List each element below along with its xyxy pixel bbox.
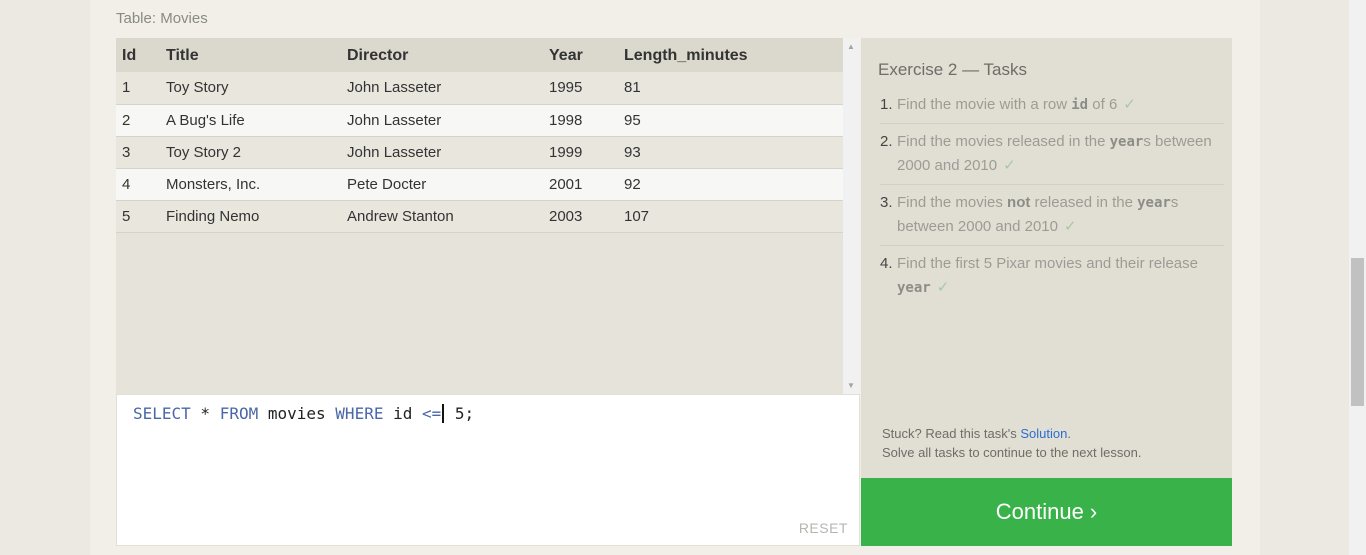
stuck-text: Stuck? Read this task's	[882, 426, 1021, 441]
table-cell: 95	[624, 104, 843, 137]
table-cell: 1998	[549, 104, 624, 137]
task-code-word: year	[1109, 134, 1144, 150]
table-cell: 1999	[549, 136, 624, 169]
continue-button[interactable]: Continue ›	[861, 478, 1232, 546]
task-item: 4. Find the first 5 Pixar movies and the…	[880, 251, 1224, 306]
task-text: Find the movie with a row id of 6 ✓	[897, 93, 1224, 117]
stuck-text-end: .	[1067, 426, 1071, 441]
task-number: 2.	[880, 133, 893, 150]
table-cell: 3	[116, 136, 166, 169]
check-icon: ✓	[1123, 96, 1136, 113]
check-icon: ✓	[1063, 218, 1077, 235]
results-scrollbar[interactable]: ▲ ▼	[843, 38, 860, 394]
table-cell: Pete Docter	[347, 168, 549, 201]
table-cell: 93	[624, 136, 843, 169]
table-cell: 5	[116, 200, 166, 233]
task-panel: Exercise 2 — Tasks 1. Find the movie wit…	[861, 38, 1232, 478]
sql-text: movies	[258, 404, 336, 423]
sql-keyword: WHERE	[335, 404, 384, 423]
task-item: 2. Find the movies released in the years…	[880, 129, 1224, 185]
task-code-word: year	[1137, 195, 1171, 211]
sql-text: id	[383, 404, 422, 423]
reset-button[interactable]: RESET	[799, 520, 848, 536]
task-text: Find the movies not released in the year…	[897, 191, 1224, 239]
table-cell: Toy Story	[166, 72, 347, 105]
table-cell: 81	[624, 72, 843, 105]
task-number: 4.	[880, 255, 893, 272]
task-number: 3.	[880, 194, 893, 211]
table-cell: Andrew Stanton	[347, 200, 549, 233]
table-cell: Finding Nemo	[166, 200, 347, 233]
results-table: Id Title Director Year Length_minutes 1 …	[116, 38, 843, 233]
table-row: 4 Monsters, Inc. Pete Docter 2001 92	[116, 168, 843, 201]
task-item: 3. Find the movies not released in the y…	[880, 190, 1224, 246]
continue-hint: Solve all tasks to continue to the next …	[882, 445, 1142, 460]
task-heading: Exercise 2 — Tasks	[878, 60, 1027, 79]
table-cell: 1995	[549, 72, 624, 105]
sql-keyword: FROM	[219, 404, 259, 423]
task-text: Find the first 5 Pixar movies and their …	[897, 252, 1224, 300]
sql-text: 5;	[445, 404, 475, 423]
sql-query-line[interactable]: SELECT * FROM movies WHERE id <= 5;	[133, 404, 474, 423]
scroll-down-arrow-icon[interactable]: ▼	[847, 381, 855, 390]
table-row: 5 Finding Nemo Andrew Stanton 2003 107	[116, 200, 843, 233]
table-cell: 1	[116, 72, 166, 105]
sql-query-editor[interactable]: SELECT * FROM movies WHERE id <= 5; RESE…	[116, 394, 860, 546]
column-header-length: Length_minutes	[624, 38, 843, 72]
task-text-part: of 6	[1088, 96, 1118, 113]
table-row: 3 Toy Story 2 John Lasseter 1999 93	[116, 136, 843, 169]
column-header-title: Title	[166, 38, 347, 72]
task-text-part: Find the movies	[897, 194, 1008, 211]
table-caption: Table: Movies	[116, 10, 208, 27]
table-cell: 2001	[549, 168, 624, 201]
column-header-director: Director	[347, 38, 549, 72]
table-cell: Monsters, Inc.	[166, 168, 347, 201]
task-number: 1.	[880, 96, 893, 113]
scroll-up-arrow-icon[interactable]: ▲	[847, 42, 855, 51]
sql-text: *	[190, 404, 220, 423]
table-cell: 92	[624, 168, 843, 201]
table-cell: John Lasseter	[347, 104, 549, 137]
table-cell: John Lasseter	[347, 136, 549, 169]
page-scrollbar-thumb[interactable]	[1351, 258, 1364, 406]
table-row: 2 A Bug's Life John Lasseter 1998 95	[116, 104, 843, 137]
check-icon: ✓	[1003, 157, 1016, 174]
check-icon: ✓	[936, 279, 950, 296]
table-cell: Toy Story 2	[166, 136, 347, 169]
results-table-pane: Id Title Director Year Length_minutes 1 …	[116, 38, 860, 394]
task-text-part: released in the	[1030, 194, 1138, 211]
task-code-word: id	[1071, 97, 1089, 113]
table-header-row: Id Title Director Year Length_minutes	[116, 38, 843, 72]
task-text: Find the movies released in the years be…	[897, 130, 1224, 178]
task-text-part: Find the first 5 Pixar movies and their …	[897, 255, 1198, 272]
task-text-part: Find the movies released in the	[897, 133, 1110, 150]
table-row: 1 Toy Story John Lasseter 1995 81	[116, 72, 843, 105]
task-bold-word: not	[1007, 194, 1031, 211]
column-header-year: Year	[549, 38, 624, 72]
task-text-part: Find the movie with a row	[897, 96, 1072, 113]
stuck-hint: Stuck? Read this task's Solution. Solve …	[882, 424, 1141, 462]
task-code-word: year	[897, 280, 931, 296]
table-cell: 107	[624, 200, 843, 233]
text-cursor	[442, 404, 445, 423]
table-cell: A Bug's Life	[166, 104, 347, 137]
sql-operator: <=	[422, 404, 442, 423]
solution-link[interactable]: Solution	[1020, 426, 1067, 441]
table-cell: 2003	[549, 200, 624, 233]
table-cell: 2	[116, 104, 166, 137]
column-header-id: Id	[116, 38, 166, 72]
table-cell: John Lasseter	[347, 72, 549, 105]
sql-keyword: SELECT	[133, 404, 191, 423]
task-item: 1. Find the movie with a row id of 6 ✓	[880, 92, 1224, 124]
table-cell: 4	[116, 168, 166, 201]
task-list: 1. Find the movie with a row id of 6 ✓ 2.…	[880, 92, 1224, 311]
